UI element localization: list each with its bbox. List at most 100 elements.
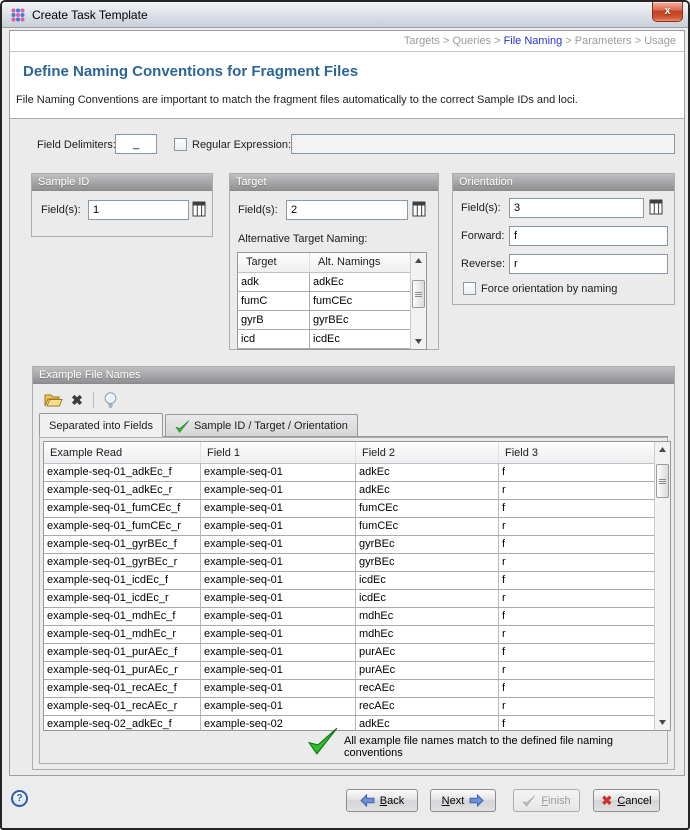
title-bar[interactable]: Create Task Template [2, 2, 688, 28]
table-row[interactable]: example-seq-01_recAEc_fexample-seq-01rec… [44, 680, 654, 698]
table-cell: example-seq-01_adkEc_r [44, 482, 201, 499]
scroll-down-icon[interactable] [655, 715, 670, 730]
table-cell: f [499, 608, 654, 625]
target-fields-input[interactable] [286, 200, 408, 220]
toolbar-separator [93, 392, 94, 408]
force-orientation-checkbox[interactable] [463, 282, 476, 295]
table-cell: example-seq-01 [201, 662, 356, 679]
scroll-thumb[interactable] [412, 280, 425, 308]
finish-check-icon [522, 795, 536, 807]
table-cell: example-seq-01 [201, 464, 356, 481]
back-button[interactable]: Back [346, 789, 418, 812]
examples-toolbar: ✖ [41, 389, 122, 411]
table-cell: example-seq-01_recAEc_f [44, 680, 201, 697]
example-table-vertical-scrollbar[interactable] [654, 442, 670, 730]
table-cell: example-seq-01 [201, 500, 356, 517]
field-delimiters-label: Field Delimiters: [37, 135, 116, 155]
table-cell: example-seq-01_fumCEc_f [44, 500, 201, 517]
table-row[interactable]: example-seq-01_icdEc_fexample-seq-01icdE… [44, 572, 654, 590]
table-cell: example-seq-01 [201, 680, 356, 697]
finish-button-label: Finish [541, 795, 570, 807]
table-row[interactable]: gyrBgyrBEc [238, 311, 410, 330]
table-cell: purAEc [356, 662, 499, 679]
table-row[interactable]: example-seq-01_purAEc_fexample-seq-01pur… [44, 644, 654, 662]
sample-id-fields-input[interactable] [88, 200, 189, 220]
alt-column-header[interactable]: Alt. Namings [310, 253, 410, 272]
table-row[interactable]: example-seq-01_adkEc_fexample-seq-01adkE… [44, 464, 654, 482]
hint-bulb-icon[interactable] [98, 389, 122, 411]
table-cell: adkEc [356, 716, 499, 730]
alt-naming-vertical-scrollbar[interactable] [410, 253, 426, 349]
reverse-input[interactable] [509, 254, 668, 274]
table-cell: fumC [238, 292, 310, 310]
alt-column-header[interactable]: Target [238, 253, 310, 272]
content-panel: Targets > Queries > File Naming > Parame… [9, 30, 685, 776]
table-row[interactable]: fumCfumCEc [238, 292, 410, 311]
regular-expression-checkbox[interactable] [174, 138, 187, 151]
table-cell: adkEc [310, 273, 410, 291]
target-group: Target Field(s): Alternative Target Nami… [229, 173, 439, 350]
breadcrumb-step-parameters[interactable]: Parameters [575, 35, 632, 47]
breadcrumb-separator: > [632, 35, 645, 47]
table-row[interactable]: adkadkEc [238, 273, 410, 292]
scroll-up-icon[interactable] [655, 442, 670, 457]
forward-input[interactable] [509, 226, 668, 246]
table-row[interactable]: example-seq-01_fumCEc_rexample-seq-01fum… [44, 518, 654, 536]
scroll-up-icon[interactable] [411, 253, 426, 268]
table-cell: example-seq-01_adkEc_f [44, 464, 201, 481]
help-icon[interactable]: ? [11, 790, 28, 807]
open-folder-icon[interactable] [41, 389, 65, 411]
table-cell: f [499, 680, 654, 697]
field-delimiters-input[interactable] [115, 134, 157, 154]
regular-expression-input[interactable] [291, 134, 675, 154]
scroll-thumb[interactable] [656, 464, 669, 498]
table-row[interactable]: example-seq-01_mdhEc_rexample-seq-01mdhE… [44, 626, 654, 644]
table-row[interactable]: example-seq-01_recAEc_rexample-seq-01rec… [44, 698, 654, 716]
table-row[interactable]: icdicdEc [238, 330, 410, 349]
table-cell: r [499, 482, 654, 499]
table-row[interactable]: example-seq-01_gyrBEc_rexample-seq-01gyr… [44, 554, 654, 572]
breadcrumb-step-file-naming[interactable]: File Naming [504, 35, 563, 47]
table-cell: example-seq-01_mdhEc_f [44, 608, 201, 625]
next-button[interactable]: Next [430, 789, 496, 812]
table-cell: example-seq-01_gyrBEc_r [44, 554, 201, 571]
table-row[interactable]: example-seq-01_icdEc_rexample-seq-01icdE… [44, 590, 654, 608]
breadcrumb-step-targets[interactable]: Targets [404, 35, 440, 47]
tab-sample-target-orientation[interactable]: Sample ID / Target / Orientation [165, 414, 358, 436]
table-row[interactable]: example-seq-01_adkEc_rexample-seq-01adkE… [44, 482, 654, 500]
table-row[interactable]: example-seq-01_purAEc_rexample-seq-01pur… [44, 662, 654, 680]
example-column-header[interactable]: Field 2 [356, 442, 499, 463]
breadcrumb-step-usage[interactable]: Usage [644, 35, 676, 47]
table-cell: example-seq-01 [201, 608, 356, 625]
finish-button[interactable]: Finish [513, 789, 580, 812]
tab-separated-into-fields[interactable]: Separated into Fields [39, 413, 163, 437]
example-column-header[interactable]: Field 3 [499, 442, 654, 463]
alt-naming-table-header: TargetAlt. Namings [238, 253, 410, 273]
example-column-header[interactable]: Example Read [44, 442, 201, 463]
orientation-fields-input[interactable] [509, 198, 644, 218]
orientation-field-chooser-icon[interactable] [649, 199, 664, 217]
table-row[interactable]: example-seq-01_fumCEc_fexample-seq-01fum… [44, 500, 654, 518]
delete-icon[interactable]: ✖ [65, 389, 89, 411]
window-title: Create Task Template [32, 8, 148, 22]
table-cell: example-seq-01 [201, 590, 356, 607]
table-cell: example-seq-01 [201, 644, 356, 661]
force-orientation-label: Force orientation by naming [481, 279, 617, 299]
target-field-chooser-icon[interactable] [412, 201, 427, 219]
table-row[interactable]: example-seq-01_mdhEc_fexample-seq-01mdhE… [44, 608, 654, 626]
table-row[interactable]: example-seq-02_adkEc_fexample-seq-02adkE… [44, 716, 654, 730]
table-row[interactable]: example-seq-01_gyrBEc_fexample-seq-01gyr… [44, 536, 654, 554]
breadcrumb-step-queries[interactable]: Queries [452, 35, 491, 47]
alt-naming-table: TargetAlt. Namings adkadkEcfumCfumCEcgyr… [237, 252, 427, 350]
target-group-title: Target [230, 174, 438, 191]
scroll-down-icon[interactable] [411, 334, 426, 349]
table-cell: r [499, 626, 654, 643]
cancel-button[interactable]: ✖ Cancel [593, 789, 660, 812]
table-cell: example-seq-01 [201, 554, 356, 571]
close-button[interactable]: x [652, 2, 683, 22]
example-column-header[interactable]: Field 1 [201, 442, 356, 463]
sample-id-field-chooser-icon[interactable] [192, 201, 207, 219]
breadcrumb-separator: > [491, 35, 504, 47]
table-cell: example-seq-01_purAEc_r [44, 662, 201, 679]
dialog-window: Create Task Template x Targets > Queries… [0, 0, 690, 830]
